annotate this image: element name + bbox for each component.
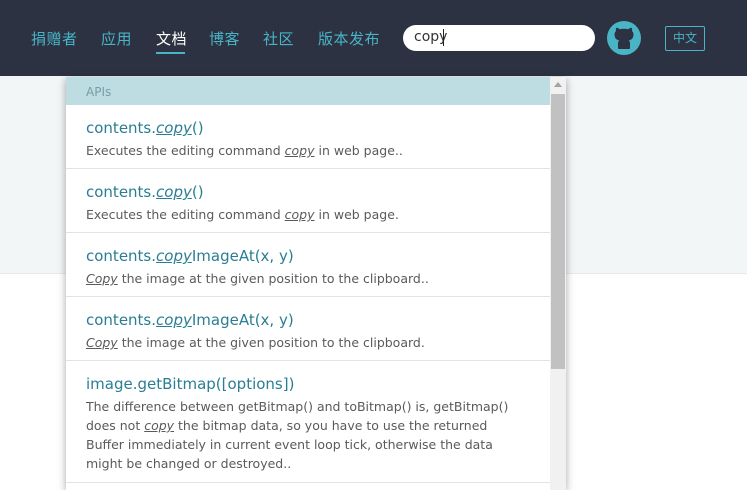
scroll-up-arrow-icon[interactable] xyxy=(554,82,562,87)
nav-item-releases[interactable]: 版本发布 xyxy=(318,28,380,49)
search-results-dropdown: APIs contents.copy() Executes the editin… xyxy=(66,77,566,490)
result-description: Executes the editing command copy in web… xyxy=(86,143,403,158)
search-result-item[interactable]: image.getBitmap([options]) The differenc… xyxy=(66,361,550,483)
result-title[interactable]: contents.copy() xyxy=(86,119,204,137)
search-result-item[interactable]: contents.copyImageAt(x, y) Copy the imag… xyxy=(66,297,550,361)
text-caret xyxy=(443,29,444,46)
nav-item-donors[interactable]: 捐赠者 xyxy=(31,28,78,49)
language-switch-button[interactable]: 中文 xyxy=(665,26,705,51)
github-icon[interactable] xyxy=(607,21,641,55)
top-navbar: 捐赠者 应用 文档 博客 社区 版本发布 copy 中文 xyxy=(0,0,747,76)
search-input[interactable]: copy xyxy=(403,25,595,51)
scrollbar-thumb[interactable] xyxy=(551,94,565,369)
search-result-item[interactable]: contents.copyImageAt(x, y) Copy the imag… xyxy=(66,233,550,297)
search-result-item[interactable]: contents.copy() Executes the editing com… xyxy=(66,169,550,233)
results-section-header: APIs xyxy=(66,77,550,105)
results-section-label: APIs xyxy=(86,85,112,99)
result-description: Copy the image at the given position to … xyxy=(86,271,429,286)
search-result-item[interactable]: contents.copy() Executes the editing com… xyxy=(66,105,550,169)
result-title[interactable]: contents.copy() xyxy=(86,183,204,201)
nav-item-blog[interactable]: 博客 xyxy=(209,28,240,49)
result-title[interactable]: contents.copyImageAt(x, y) xyxy=(86,247,294,265)
dropdown-scrollbar[interactable] xyxy=(550,77,566,490)
nav-item-docs[interactable]: 文档 xyxy=(156,28,187,49)
result-title[interactable]: contents.copyImageAt(x, y) xyxy=(86,311,294,329)
active-nav-underline xyxy=(156,52,185,54)
result-description: Copy the image at the given position to … xyxy=(86,335,425,350)
nav-item-apps[interactable]: 应用 xyxy=(101,28,132,49)
result-description: Executes the editing command copy in web… xyxy=(86,207,399,222)
result-title[interactable]: image.getBitmap([options]) xyxy=(86,375,294,393)
nav-item-community[interactable]: 社区 xyxy=(263,28,294,49)
result-description: The difference between getBitmap() and t… xyxy=(86,399,509,471)
